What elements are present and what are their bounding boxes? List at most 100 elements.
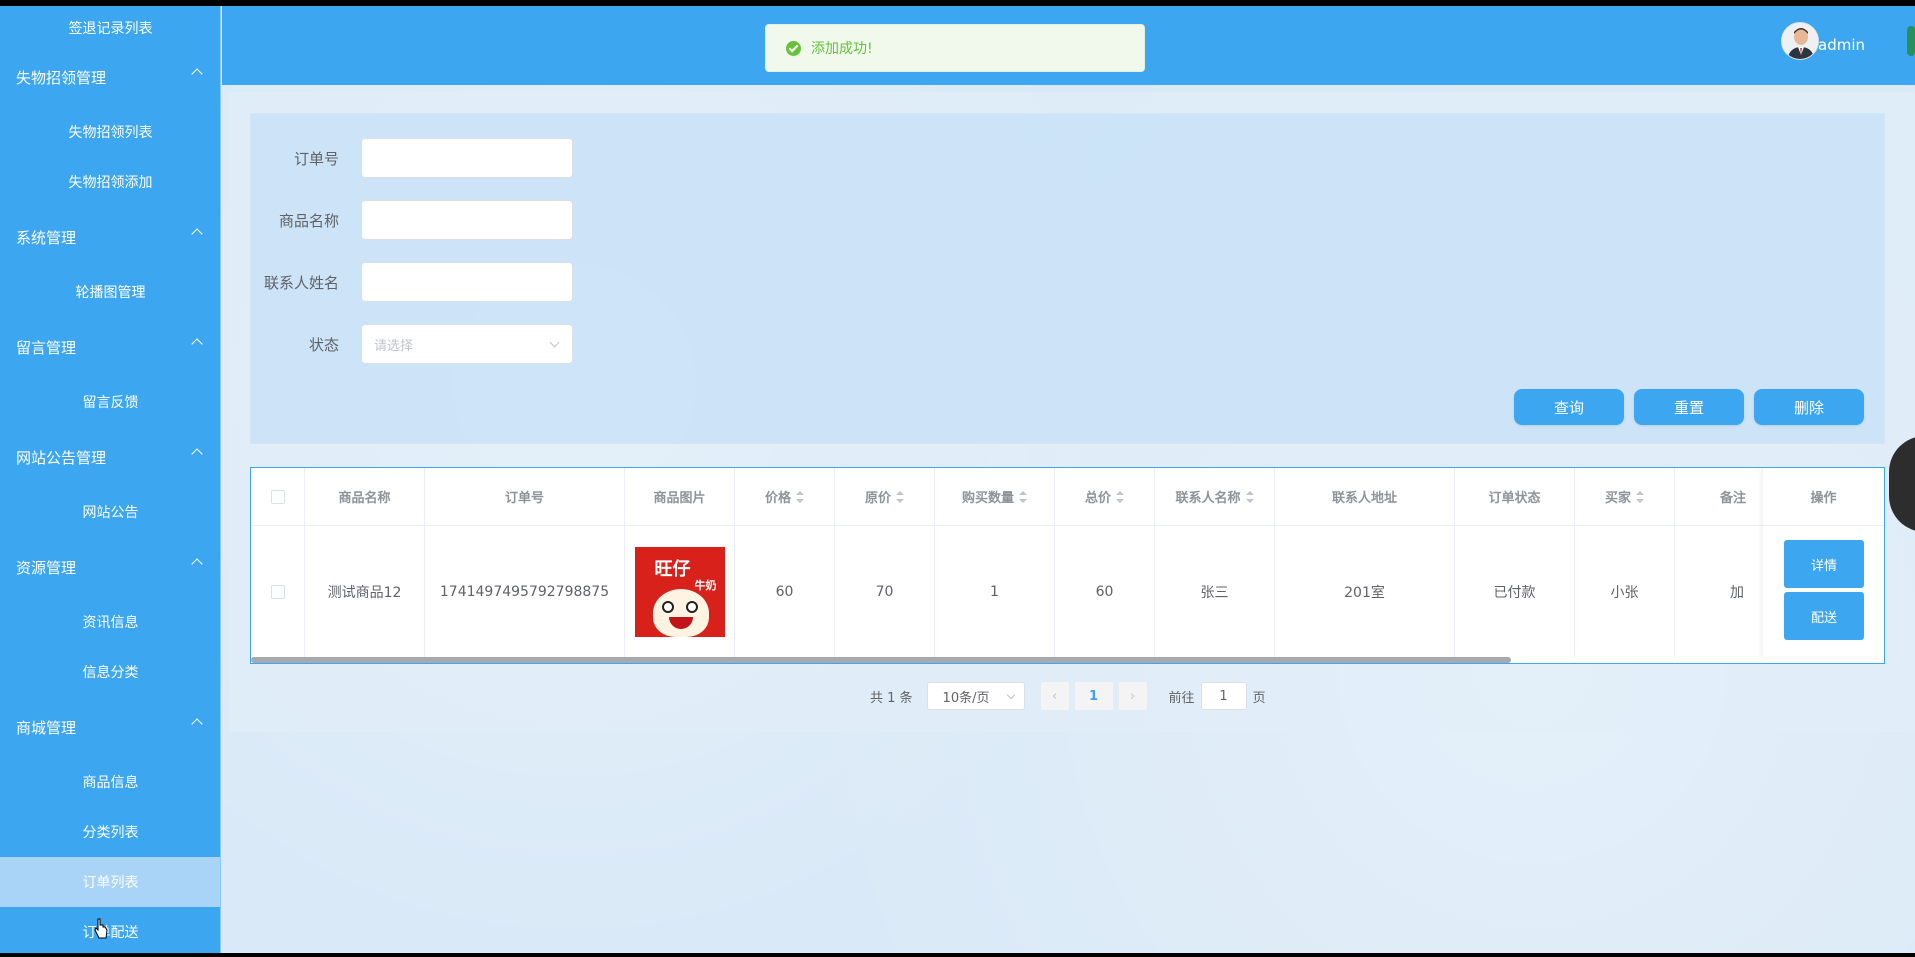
- page-suffix: 页: [1252, 690, 1266, 706]
- chevron-up-icon: [191, 718, 203, 730]
- detail-button[interactable]: 详情: [1784, 540, 1864, 588]
- sidebar-item-goods[interactable]: 商品信息: [0, 757, 220, 807]
- status-label: 状态: [308, 335, 339, 354]
- sort-icon[interactable]: [1245, 490, 1254, 503]
- chevron-up-icon: [191, 558, 203, 570]
- chevron-down-icon: [1006, 690, 1015, 700]
- sidebar-item-news[interactable]: 资讯信息: [0, 597, 220, 647]
- sidebar-item-order-delivery[interactable]: 订单配送: [0, 907, 220, 953]
- prev-page-button[interactable]: ‹: [1040, 682, 1069, 710]
- col-total[interactable]: 总价: [1055, 468, 1155, 525]
- col-original-price[interactable]: 原价: [835, 468, 935, 525]
- app-screen: 签退记录列表 失物招领管理 失物招领列表 失物招领添加 系统管理 轮播图管理 留…: [0, 6, 1915, 953]
- mascot-face-icon: [652, 588, 709, 637]
- col-price[interactable]: 价格: [735, 468, 835, 525]
- sidebar-group-resources[interactable]: 资源管理: [0, 542, 220, 592]
- chevron-up-icon: [191, 448, 203, 460]
- cell-contact-name: 张三: [1155, 526, 1275, 657]
- row-select-cell: [251, 526, 305, 657]
- cell-goods-image: 旺仔 牛奶: [625, 526, 735, 657]
- sidebar-item-announcement[interactable]: 网站公告: [0, 487, 220, 537]
- table-header: 商品名称 订单号 商品图片 价格 原价 购买数量 总价 联系人名称 联系人地址 …: [251, 468, 1875, 526]
- sidebar-item-feedback[interactable]: 留言反馈: [0, 377, 220, 427]
- goods-thumbnail[interactable]: 旺仔 牛奶: [634, 546, 725, 637]
- order-table: 商品名称 订单号 商品图片 价格 原价 购买数量 总价 联系人名称 联系人地址 …: [250, 467, 1885, 664]
- chevron-down-icon: [549, 337, 560, 348]
- next-page-button[interactable]: ›: [1118, 682, 1147, 710]
- cell-order-no: 1741497495792798875: [425, 526, 625, 657]
- sidebar-group-messages[interactable]: 留言管理: [0, 322, 220, 372]
- page-size-select[interactable]: 10条/页: [926, 682, 1025, 710]
- user-avatar-icon: [1782, 23, 1818, 59]
- contact-name-label: 联系人姓名: [263, 273, 339, 292]
- pagination: 共 1 条 10条/页 ‹ 1 › 前往 1 页: [870, 682, 1266, 710]
- row-checkbox[interactable]: [270, 584, 285, 599]
- goto-label: 前往: [1168, 690, 1195, 706]
- order-no-input[interactable]: [361, 138, 573, 178]
- toast-message: 添加成功!: [811, 41, 873, 57]
- chevron-up-icon: [191, 228, 203, 240]
- cell-original-price: 70: [835, 526, 935, 657]
- page-number[interactable]: 1: [1074, 682, 1113, 710]
- col-quantity[interactable]: 购买数量: [935, 468, 1055, 525]
- sidebar-item-carousel[interactable]: 轮播图管理: [0, 267, 220, 317]
- avatar[interactable]: [1781, 22, 1819, 60]
- sidebar-item-info-category[interactable]: 信息分类: [0, 647, 220, 697]
- sidebar-item-lost-found-add[interactable]: 失物招领添加: [0, 157, 220, 207]
- col-goods-name: 商品名称: [305, 468, 425, 525]
- username[interactable]: admin: [1818, 36, 1865, 54]
- sort-icon[interactable]: [1636, 490, 1644, 503]
- scroll-indicator: [1907, 26, 1915, 56]
- contact-name-row: 联系人姓名: [251, 262, 651, 302]
- sort-icon[interactable]: [1116, 490, 1124, 503]
- query-button[interactable]: 查询: [1514, 389, 1624, 425]
- sidebar-item-lost-found-list[interactable]: 失物招领列表: [0, 107, 220, 157]
- cell-goods-name: 测试商品12: [305, 526, 425, 657]
- col-goods-image: 商品图片: [625, 468, 735, 525]
- cell-contact-address: 201室: [1275, 526, 1455, 657]
- order-no-row: 订单号: [251, 138, 651, 178]
- sidebar-group-mall[interactable]: 商城管理: [0, 702, 220, 752]
- chevron-up-icon: [191, 68, 203, 80]
- contact-name-input[interactable]: [361, 262, 573, 302]
- sidebar-item-category-list[interactable]: 分类列表: [0, 807, 220, 857]
- chevron-up-icon: [191, 338, 203, 350]
- sort-icon[interactable]: [1019, 490, 1027, 503]
- hand-cursor-icon: [94, 918, 108, 939]
- delete-button[interactable]: 删除: [1754, 389, 1864, 425]
- col-operations: 操作: [1763, 468, 1884, 526]
- table-row: 测试商品12 1741497495792798875 旺仔 牛奶 60 70 1…: [251, 526, 1875, 657]
- sidebar-group-announcements[interactable]: 网站公告管理: [0, 432, 220, 482]
- sidebar-item-order-list[interactable]: 订单列表: [0, 857, 220, 907]
- cell-order-status: 已付款: [1455, 526, 1575, 657]
- goods-name-input[interactable]: [361, 200, 573, 240]
- sort-icon[interactable]: [796, 490, 804, 503]
- cell-quantity: 1: [935, 526, 1055, 657]
- total-count: 共 1 条: [870, 690, 913, 706]
- success-toast: 添加成功!: [765, 24, 1145, 72]
- status-select[interactable]: 请选择: [361, 324, 573, 364]
- check-circle-icon: [786, 40, 801, 56]
- goods-name-row: 商品名称: [251, 200, 651, 240]
- col-contact-address: 联系人地址: [1275, 468, 1455, 525]
- sort-icon[interactable]: [896, 490, 904, 503]
- sidebar-group-system[interactable]: 系统管理: [0, 212, 220, 262]
- col-buyer[interactable]: 买家: [1575, 468, 1675, 525]
- col-order-status: 订单状态: [1455, 468, 1575, 525]
- reset-button[interactable]: 重置: [1634, 389, 1744, 425]
- status-row: 状态 请选择: [251, 324, 651, 364]
- goto-page-input[interactable]: 1: [1200, 682, 1247, 710]
- deliver-button[interactable]: 配送: [1784, 592, 1864, 640]
- search-form: 订单号 商品名称 联系人姓名 状态 请选择 查询 重置 删除: [250, 113, 1885, 444]
- horizontal-scrollbar[interactable]: [251, 657, 1511, 663]
- sidebar-item-signout-records[interactable]: 签退记录列表: [0, 6, 220, 53]
- order-no-label: 订单号: [293, 149, 339, 168]
- col-order-no: 订单号: [425, 468, 625, 525]
- sidebar-group-lost-found[interactable]: 失物招领管理: [0, 52, 220, 102]
- select-all-checkbox[interactable]: [270, 489, 285, 504]
- cell-total: 60: [1055, 526, 1155, 657]
- sidebar: 签退记录列表 失物招领管理 失物招领列表 失物招领添加 系统管理 轮播图管理 留…: [0, 6, 221, 953]
- cell-buyer: 小张: [1575, 526, 1675, 657]
- col-contact-name[interactable]: 联系人名称: [1155, 468, 1275, 525]
- select-all-cell: [251, 468, 305, 525]
